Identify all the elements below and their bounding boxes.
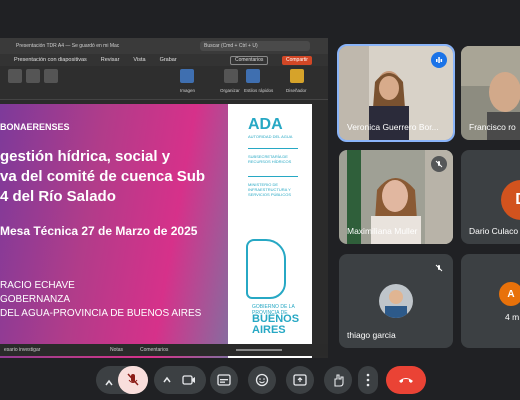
emoji-button[interactable] [248,366,276,394]
ribbon-label-styles: Estilos rápidos [244,88,274,93]
avatar [379,284,413,318]
more-vert-icon [366,373,370,387]
ribbon-label-image: Imagen [180,88,196,93]
mic-off-icon [431,260,447,276]
participant-tile[interactable]: D Dario Culaco [461,150,520,244]
participant-name: Dario Culaco [469,226,519,236]
designer-icon[interactable] [290,69,304,83]
slide-title-line-2: va del comité de cuenca Sub [0,168,206,185]
speaker-line-2: GOBERNANZA [0,294,71,305]
status-bar: esario investigar Notas Comentarios [0,344,328,356]
speaker-line-1: RACIO ECHAVE [0,280,75,291]
province-map-icon [246,239,286,299]
menu-item-slideshow[interactable]: Presentación con diapositivas [14,57,87,63]
captions-button[interactable] [210,366,238,394]
slide-title-line-3: 4 del Río Salado [0,188,116,205]
zoom-slider[interactable] [236,349,282,351]
speaking-indicator-icon [431,52,447,68]
raise-hand-button[interactable] [324,366,352,394]
presentation-window: Presentación TDR A4 — Se guardó en mi Ma… [0,38,328,358]
province-logo: BUENOS AIRES [252,313,300,336]
styles-icon[interactable] [246,69,260,83]
slide-kicker: BONAERENSES [0,122,70,132]
ribbon-label-designer: Diseñador [286,88,307,93]
captions-icon [217,374,231,386]
ada-logo: ADA [248,116,283,133]
side-block-2: MINISTERIO DE INFRAESTRUCTURA Y SERVICIO… [248,182,292,197]
ribbon-toolbar: Imagen Organizar Estilos rápidos Diseñad… [0,66,328,100]
window-title: Presentación TDR A4 — Se guardó en mi Ma… [16,43,120,49]
divider [248,176,298,177]
divider [248,148,298,149]
arrange-icon[interactable] [224,69,238,83]
participant-name: Francisco ro [469,122,516,132]
image-icon[interactable] [180,69,194,83]
format-icon[interactable] [26,69,40,83]
participant-name: thiago garcia [347,330,396,340]
slide-title-line-1: gestión hídrica, social y [0,148,171,165]
participant-name: Maximiliana Muller [347,226,418,236]
participant-tile[interactable]: A 4 m [461,254,520,348]
window-titlebar: Presentación TDR A4 — Se guardó en mi Ma… [0,38,328,54]
side-block-1: SUBSECRETARÍA DE RECURSOS HÍDRICOS [248,154,292,164]
comments-button[interactable]: Comentarios [230,56,269,65]
hang-up-icon [399,378,413,383]
avatar: A [499,282,520,306]
participant-count: 4 m [505,312,520,322]
mic-off-icon [127,373,139,386]
chevron-up-icon[interactable] [104,375,114,393]
speaker-line-3: DEL AGUA-PROVINCIA DE BUENOS AIRES [0,308,202,319]
avatar: D [501,180,520,220]
menu-item-record[interactable]: Grabar [160,57,177,63]
text-color-icon[interactable] [44,69,58,83]
notes-button[interactable]: Notas [110,347,123,353]
participant-tile[interactable]: Veronica Guerrero Bor... [337,44,455,142]
ribbon-label-arrange: Organizar [220,88,240,93]
present-button[interactable] [286,366,314,394]
camera-control-group[interactable] [154,366,206,394]
present-screen-icon [293,374,307,386]
slide-logo-panel: ADA AUTORIDAD DEL AGUA SUBSECRETARÍA DE … [228,104,312,358]
menu-bar: Presentación con diapositivas Revisar Vi… [0,54,328,66]
participant-tile[interactable]: Francisco ro [461,46,520,140]
slide-canvas: BONAERENSES gestión hídrica, social y va… [0,104,312,358]
hand-icon [334,374,344,387]
menu-item-view[interactable]: Vista [133,57,145,63]
mic-off-icon [431,156,447,172]
search-box[interactable]: Buscar (Cmd + Ctrl + U) [200,41,310,51]
emoji-icon [255,373,269,387]
ada-logo-subtitle: AUTORIDAD DEL AGUA [248,134,293,139]
participant-tile[interactable]: thiago garcia [339,254,453,348]
chevron-up-icon[interactable] [162,375,172,385]
comments-status-button[interactable]: Comentarios [140,347,168,353]
share-button[interactable]: Compartir [282,56,312,65]
leave-call-button[interactable] [386,366,426,394]
participant-name: Veronica Guerrero Bor... [347,122,439,132]
menu-item-review[interactable]: Revisar [101,57,120,63]
participant-tile[interactable]: Maximiliana Muller [339,150,453,244]
more-options-button[interactable] [358,366,378,394]
mic-toggle-button[interactable] [118,366,148,394]
status-left: esario investigar [4,347,41,353]
font-icon[interactable] [8,69,22,83]
camera-icon [182,375,195,385]
slide-date-line: Mesa Técnica 27 de Marzo de 2025 [0,224,198,238]
